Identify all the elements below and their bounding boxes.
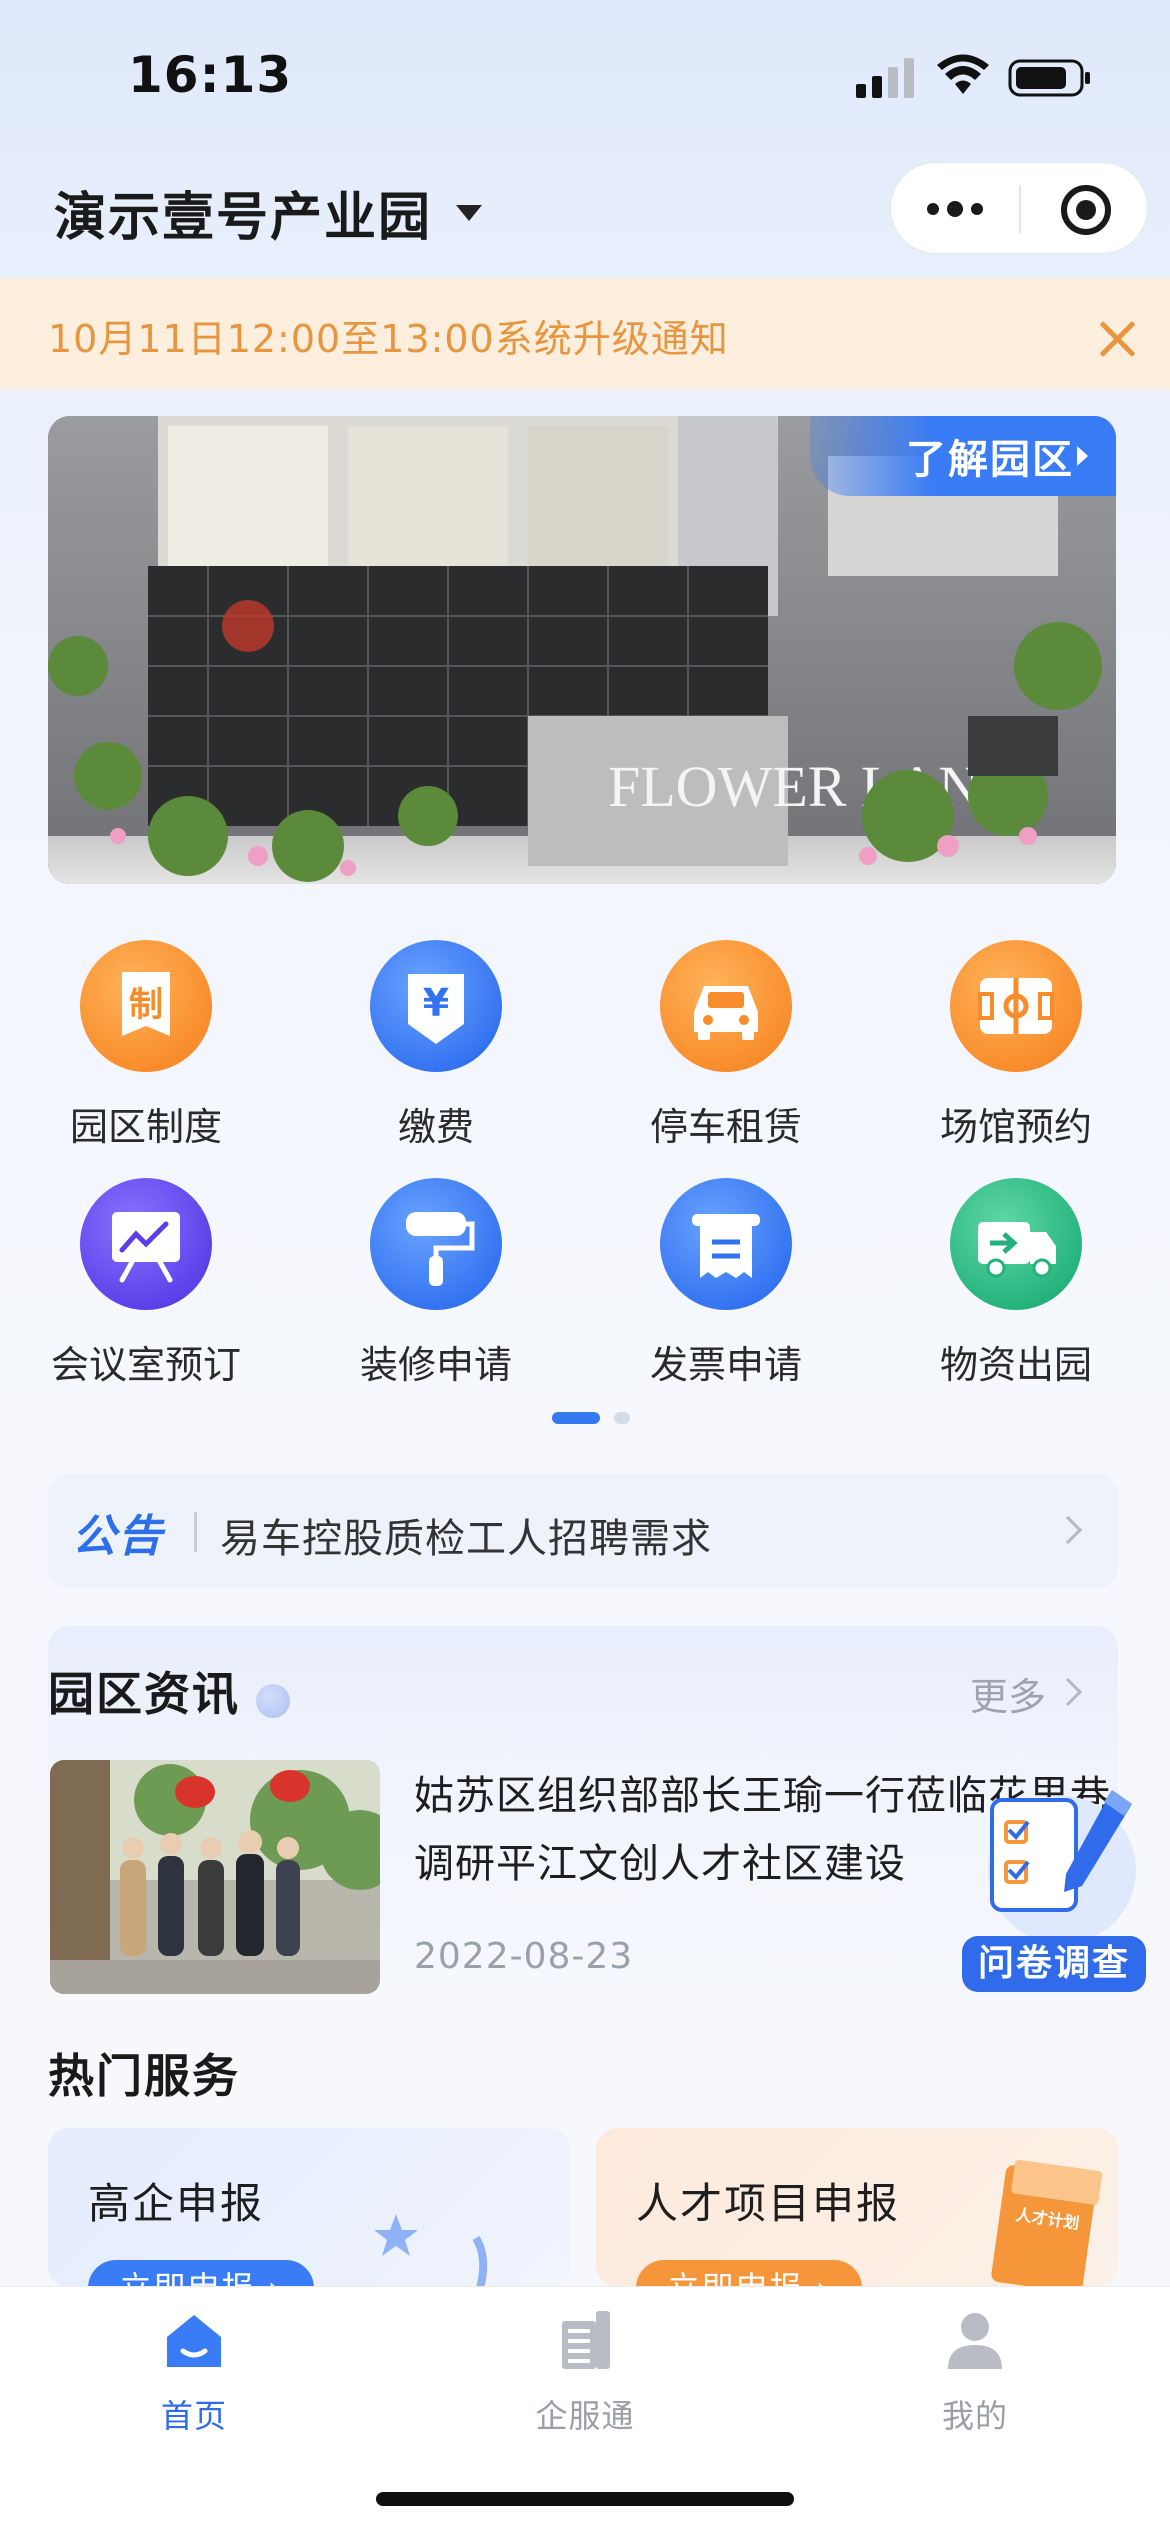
banner-sign: FLOWER LANE xyxy=(608,754,1016,819)
news-more-link[interactable]: 更多 xyxy=(970,1666,1046,1721)
hot-service-talent-project[interactable]: 人才项目申报 立即申报 › 人才计划 xyxy=(596,2128,1118,2288)
announcement-divider xyxy=(194,1512,197,1552)
service-park-regulations[interactable]: 制 园区制度 xyxy=(6,940,286,1151)
more-label: 更多 xyxy=(970,1675,1047,1719)
park-name: 演示壹号产业园 xyxy=(54,188,433,248)
service-label: 物资出园 xyxy=(939,1343,1092,1387)
tab-home[interactable]: 首页 xyxy=(74,2307,314,2437)
service-meeting-room-booking[interactable]: 会议室预订 xyxy=(6,1178,286,1389)
pager-dot-active xyxy=(552,1412,600,1424)
meeting-room-icon xyxy=(80,1178,212,1310)
building-icon xyxy=(562,2311,610,2369)
svg-text:¥: ¥ xyxy=(423,981,449,1025)
service-invoice-application[interactable]: 发票申请 xyxy=(586,1178,866,1389)
mini-program-capsule xyxy=(890,162,1148,254)
news-photo xyxy=(50,1760,380,1994)
venue-icon xyxy=(950,940,1082,1072)
hot-card-title: 人才项目申报 xyxy=(636,2179,901,2228)
hot-card-title: 高企申报 xyxy=(88,2179,265,2228)
tab-label: 我的 xyxy=(941,2397,1008,2435)
triangle-right-icon xyxy=(1077,446,1088,466)
service-label: 园区制度 xyxy=(69,1105,222,1149)
star-decoration-icon xyxy=(374,2214,488,2288)
tab-label: 首页 xyxy=(160,2397,227,2435)
service-material-exit[interactable]: 物资出园 xyxy=(876,1178,1156,1389)
announcement-text: 易车控股质检工人招聘需求 xyxy=(220,1516,712,1562)
notice-text: 10月11日12:00至13:00系统升级通知 xyxy=(48,317,729,361)
park-banner[interactable]: FLOWER LANE 了解园区 xyxy=(48,416,1116,884)
tab-label: 企服通 xyxy=(535,2397,635,2435)
grid-pager xyxy=(552,1412,630,1424)
system-notice-bar: 10月11日12:00至13:00系统升级通知 xyxy=(0,278,1170,390)
payment-icon: ¥ xyxy=(370,940,502,1072)
regulation-icon: 制 xyxy=(80,940,212,1072)
service-parking-rental[interactable]: 停车租赁 xyxy=(586,940,866,1151)
invoice-icon xyxy=(660,1178,792,1310)
chevron-right-icon xyxy=(1053,1515,1083,1545)
park-selector[interactable]: 演示壹号产业园 xyxy=(54,175,483,250)
service-label: 会议室预订 xyxy=(50,1343,241,1387)
apply-now-button[interactable]: 立即申报 › xyxy=(636,2260,862,2288)
battery-icon xyxy=(1008,59,1090,97)
survey-label: 问卷调查 xyxy=(962,1936,1146,1992)
service-label: 缴费 xyxy=(397,1105,474,1149)
profile-icon xyxy=(948,2313,1002,2369)
learn-park-button[interactable]: 了解园区 xyxy=(810,416,1116,496)
service-renovation-application[interactable]: 装修申请 xyxy=(296,1178,576,1389)
cellular-signal-icon xyxy=(856,58,914,98)
home-icon xyxy=(167,2315,221,2367)
capsule-divider xyxy=(1019,185,1021,233)
pager-dot xyxy=(614,1412,630,1424)
announcement-tag: 公告 xyxy=(72,1511,164,1562)
talent-plan-book-icon: 人才计划 xyxy=(991,2159,1103,2288)
delivery-truck-icon xyxy=(950,1178,1082,1310)
news-section-title: 园区资讯 xyxy=(48,1667,240,1721)
caret-down-icon xyxy=(456,204,483,221)
svg-text:制: 制 xyxy=(129,985,163,1025)
service-label: 场馆预约 xyxy=(939,1105,1092,1149)
paint-roller-icon xyxy=(370,1178,502,1310)
service-venue-booking[interactable]: 场馆预约 xyxy=(876,940,1156,1151)
hot-service-high-tech-enterprise[interactable]: 高企申报 立即申报 › xyxy=(48,2128,570,2288)
tab-profile[interactable]: 我的 xyxy=(855,2307,1095,2437)
service-payment[interactable]: ¥ 缴费 xyxy=(296,940,576,1151)
close-program-button[interactable] xyxy=(1061,185,1111,235)
tab-enterprise-service[interactable]: 企服通 xyxy=(465,2307,705,2437)
apply-now-button[interactable]: 立即申报 › xyxy=(88,2260,314,2288)
announcement-bar[interactable]: 公告 易车控股质检工人招聘需求 xyxy=(48,1474,1118,1588)
news-thumbnail[interactable] xyxy=(50,1760,380,1994)
learn-park-label: 了解园区 xyxy=(906,437,1074,483)
more-button[interactable] xyxy=(891,163,1019,255)
service-label: 装修申请 xyxy=(359,1343,512,1387)
survey-floating-button[interactable]: 问卷调查 xyxy=(962,1770,1152,1992)
decorative-bubble xyxy=(256,1684,290,1718)
news-date: 2022-08-23 xyxy=(414,1936,634,1977)
status-time: 16:13 xyxy=(128,46,293,104)
service-label: 发票申请 xyxy=(649,1343,802,1387)
wifi-icon xyxy=(937,54,989,94)
home-indicator xyxy=(376,2492,794,2506)
status-bar: 16:13 xyxy=(0,0,1170,150)
hot-services-title: 热门服务 xyxy=(48,2049,240,2103)
service-label: 停车租赁 xyxy=(649,1105,802,1149)
close-icon[interactable] xyxy=(1095,316,1141,362)
questionnaire-icon xyxy=(988,1790,1136,1944)
car-icon xyxy=(660,940,792,1072)
